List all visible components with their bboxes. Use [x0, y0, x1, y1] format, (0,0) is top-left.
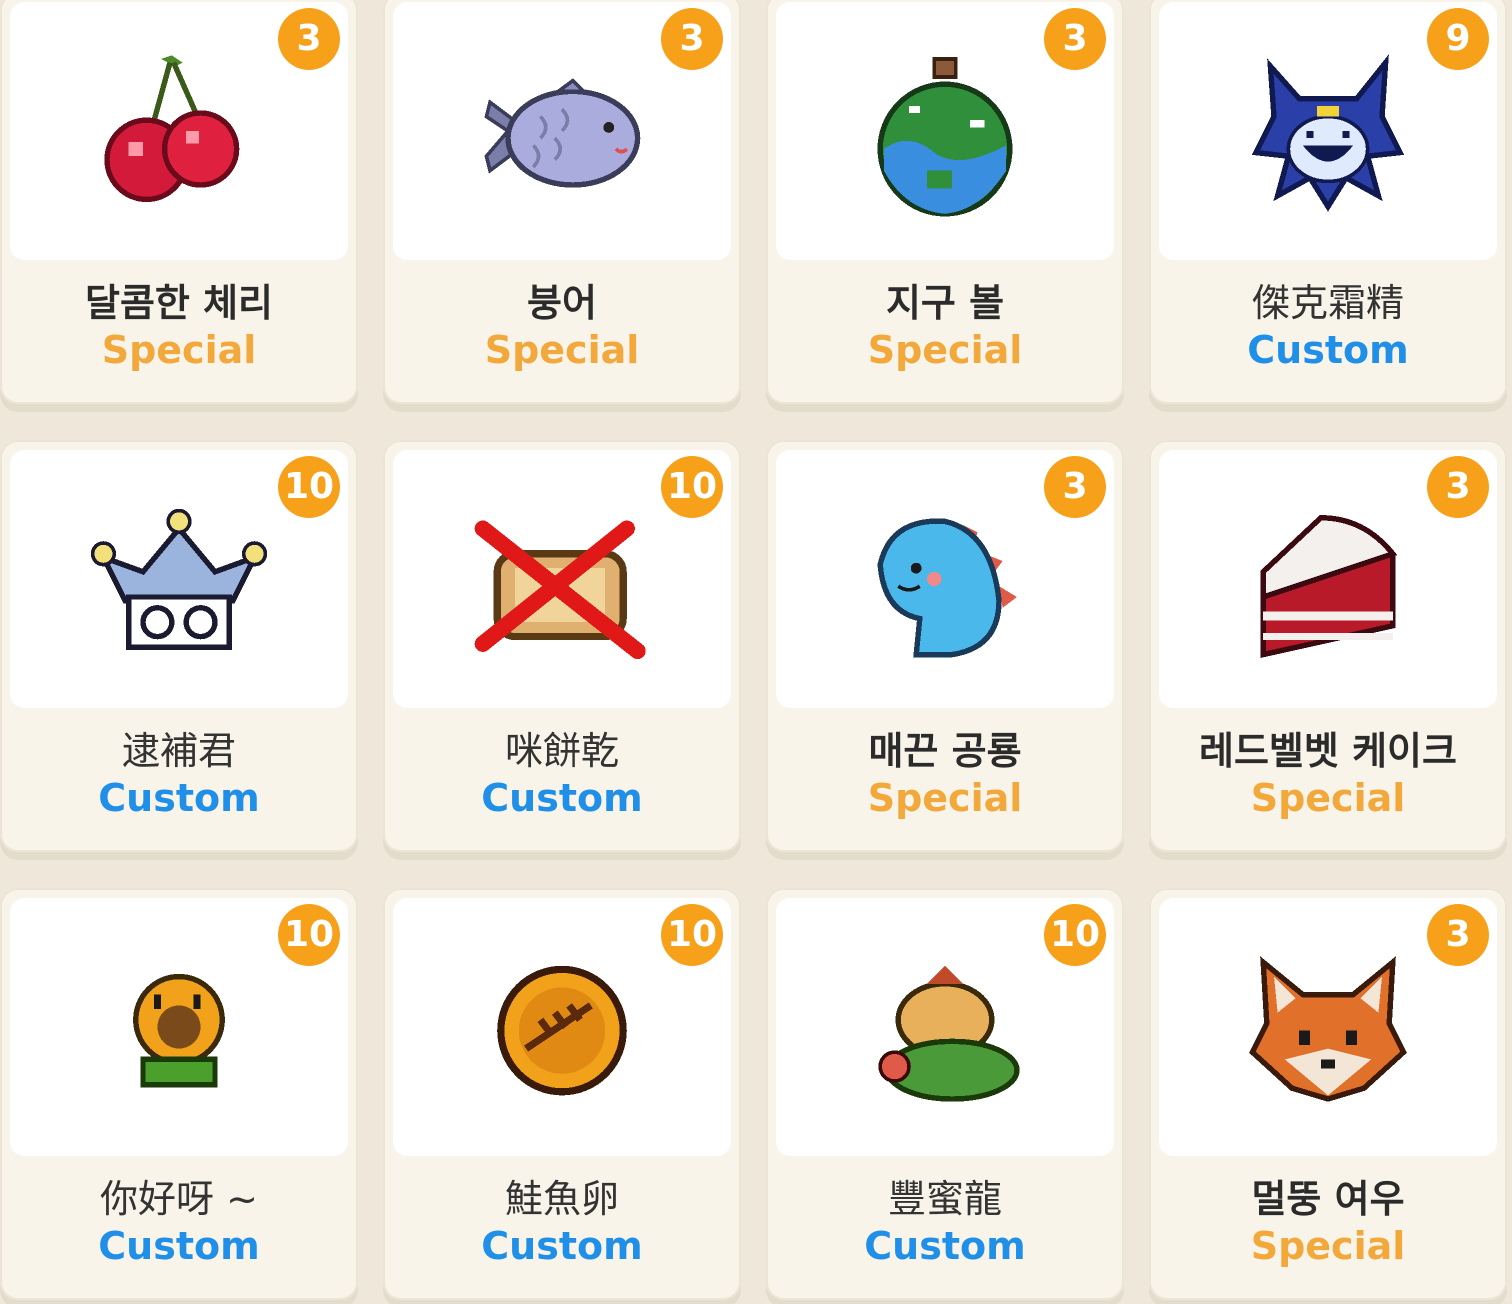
item-name: 레드벨벳 케이크: [1199, 729, 1457, 773]
item-card-sunflower[interactable]: 10 你好呀 ~ Custom: [0, 888, 358, 1300]
item-type: Custom: [98, 776, 260, 820]
item-type: Special: [1250, 776, 1406, 820]
item-name: 달콤한 체리: [84, 281, 274, 325]
item-type: Special: [101, 328, 257, 372]
count-badge: 10: [661, 904, 723, 966]
item-card-red-velvet-cake[interactable]: 3 레드벨벳 케이크 Special: [1149, 440, 1507, 852]
count-badge: 3: [278, 8, 340, 70]
blue-dinosaur-icon: [855, 493, 1035, 673]
item-card-honey-dragon[interactable]: 10 豐蜜龍 Custom: [766, 888, 1124, 1300]
item-card-fox[interactable]: 3 멀뚱 여우 Special: [1149, 888, 1507, 1300]
crossed-out-cookie-icon: [472, 493, 652, 673]
item-type: Custom: [98, 1224, 260, 1268]
item-card-fish-bread[interactable]: 3 붕어 Special: [383, 0, 741, 404]
fish-bread-icon: [472, 45, 652, 225]
item-type: Special: [484, 328, 640, 372]
item-name: 매끈 공룡: [868, 729, 1022, 773]
item-card-dinosaur[interactable]: 3 매끈 공룡 Special: [766, 440, 1124, 852]
item-type: Special: [867, 776, 1023, 820]
count-badge: 9: [1427, 8, 1489, 70]
item-name: 鮭魚卵: [504, 1177, 619, 1221]
item-card-jack-frost[interactable]: 9 傑克霜精 Custom: [1149, 0, 1507, 404]
fox-icon: [1238, 941, 1418, 1121]
count-badge: 3: [1044, 456, 1106, 518]
item-card-salmon-roe[interactable]: 10 鮭魚卵 Custom: [383, 888, 741, 1300]
item-name: 豐蜜龍: [887, 1177, 1002, 1221]
count-badge: 3: [1044, 8, 1106, 70]
salmon-roe-coin-icon: [472, 941, 652, 1121]
count-badge: 10: [661, 456, 723, 518]
count-badge: 10: [278, 456, 340, 518]
earth-ball-icon: [855, 45, 1035, 225]
count-badge: 3: [661, 8, 723, 70]
item-type: Special: [1250, 1224, 1406, 1268]
red-velvet-cake-icon: [1238, 493, 1418, 673]
count-badge: 3: [1427, 456, 1489, 518]
item-name: 咪餅乾: [504, 729, 619, 773]
item-name: 逮補君: [121, 729, 236, 773]
count-badge: 10: [1044, 904, 1106, 966]
item-card-sweet-cherry[interactable]: 3 달콤한 체리 Special: [0, 0, 358, 404]
item-card-cookie[interactable]: 10 咪餅乾 Custom: [383, 440, 741, 852]
jack-frost-icon: [1238, 45, 1418, 225]
item-type: Special: [867, 328, 1023, 372]
item-card-earth-ball[interactable]: 3 지구 볼 Special: [766, 0, 1124, 404]
item-name: 붕어: [527, 281, 597, 325]
item-name: 傑克霜精: [1251, 281, 1404, 325]
jester-crown-icon: [89, 493, 269, 673]
item-name: 你好呀 ~: [100, 1177, 258, 1221]
item-type: Custom: [481, 776, 643, 820]
honey-dragon-icon: [855, 941, 1035, 1121]
count-badge: 3: [1427, 904, 1489, 966]
item-type: Custom: [481, 1224, 643, 1268]
item-grid: 3 달콤한 체리 Special 3 붕어 Special 3 지구 볼 Spe…: [0, 0, 1512, 1304]
item-card-jester[interactable]: 10 逮補君 Custom: [0, 440, 358, 852]
cherry-icon: [89, 45, 269, 225]
item-name: 멀뚱 여우: [1251, 1177, 1405, 1221]
item-type: Custom: [1247, 328, 1409, 372]
item-name: 지구 볼: [885, 281, 1005, 325]
item-type: Custom: [864, 1224, 1026, 1268]
count-badge: 10: [278, 904, 340, 966]
sunflower-icon: [89, 941, 269, 1121]
